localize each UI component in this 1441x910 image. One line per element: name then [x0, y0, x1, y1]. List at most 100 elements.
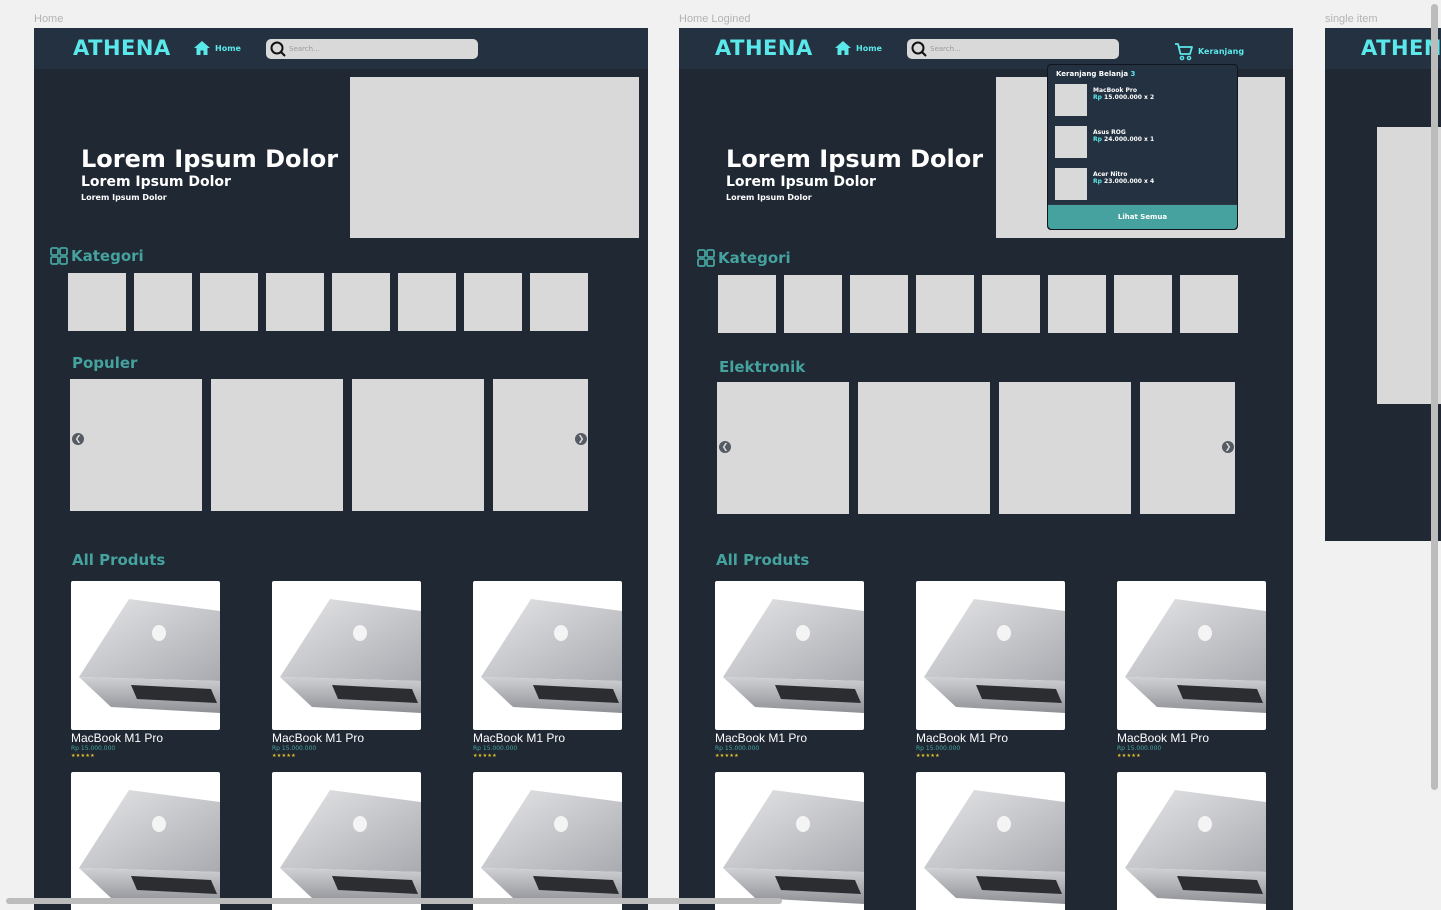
frame-label-home: Home: [34, 13, 64, 25]
category-tile[interactable]: [134, 273, 192, 331]
category-tile[interactable]: [200, 273, 258, 331]
product-card[interactable]: MacBook M1 Pro Rp 15.000.000 ★★★★★: [71, 581, 220, 759]
hero-subtitle: Lorem Ipsum Dolor: [81, 174, 231, 190]
grid-icon: [697, 249, 715, 267]
vertical-scrollbar[interactable]: [1431, 4, 1438, 790]
product-card[interactable]: [916, 772, 1065, 910]
hero-text: Lorem Ipsum Dolor Lorem Ipsum Dolor Lore…: [81, 145, 338, 205]
hero-caption: Lorem Ipsum Dolor: [81, 193, 167, 202]
product-image: [71, 772, 220, 910]
category-tile[interactable]: [1180, 275, 1238, 333]
product-name: MacBook M1 Pro: [1117, 731, 1210, 745]
product-image: [71, 581, 220, 730]
category-tile[interactable]: [398, 273, 456, 331]
cart-title-label: Keranjang Belanja: [1056, 70, 1129, 78]
horizontal-scrollbar[interactable]: [6, 898, 782, 904]
search-input[interactable]: Search...: [266, 39, 478, 59]
category-tile[interactable]: [916, 275, 974, 333]
product-card[interactable]: [272, 772, 421, 910]
category-tile[interactable]: [68, 273, 126, 331]
product-price: Rp 15.000.000: [1117, 745, 1162, 752]
product-image: [916, 581, 1065, 730]
product-grid: MacBook M1 Pro Rp 15.000.000 ★★★★★ MacBo…: [71, 581, 622, 910]
product-image: [715, 581, 864, 730]
product-price: Rp 15.000.000: [71, 745, 116, 752]
category-tile[interactable]: [332, 273, 390, 331]
cart-item-price: 23.000.000 x 4: [1104, 178, 1155, 185]
product-price: Rp 15.000.000: [715, 745, 760, 752]
product-price: Rp 15.000.000: [272, 745, 317, 752]
frame-label-home-logined: Home Logined: [679, 13, 751, 25]
kategori-label: Kategori: [718, 249, 791, 267]
search-input[interactable]: Search...: [907, 39, 1119, 59]
product-image: [272, 581, 421, 730]
product-card[interactable]: [473, 772, 622, 910]
category-tile[interactable]: [464, 273, 522, 331]
product-card[interactable]: MacBook M1 Pro Rp 15.000.000 ★★★★★: [715, 581, 864, 759]
cart-item-name: Acer Nitro: [1093, 171, 1128, 178]
cart-item-thumb: [1055, 126, 1087, 158]
carousel-slide[interactable]: [858, 382, 990, 514]
search-icon: [270, 41, 286, 57]
chevron-left-icon[interactable]: ❮: [719, 441, 731, 453]
view-all-button[interactable]: Lihat Semua: [1048, 204, 1237, 229]
cart-item-price: 24.000.000 x 1: [1104, 136, 1155, 143]
hero-subtitle: Lorem Ipsum Dolor: [726, 174, 876, 190]
product-card[interactable]: [1117, 772, 1266, 910]
frame-label-single-item: single item: [1325, 13, 1378, 25]
hero-title: Lorem Ipsum Dolor: [81, 145, 339, 173]
logo[interactable]: ATHENA: [1361, 36, 1441, 60]
carousel-slide[interactable]: [717, 382, 849, 514]
chevron-left-icon[interactable]: ❮: [72, 433, 84, 445]
logo[interactable]: ATHENA: [715, 36, 813, 60]
category-tile[interactable]: [850, 275, 908, 333]
category-tile[interactable]: [982, 275, 1040, 333]
cart-item[interactable]: Acer Nitro Rp 23.000.000 x 4: [1055, 168, 1154, 200]
carousel-slide[interactable]: [211, 379, 343, 511]
populer-carousel: [70, 379, 588, 511]
chevron-right-icon[interactable]: ❯: [1222, 441, 1234, 453]
carousel-slide[interactable]: [1140, 382, 1235, 514]
navbar: ATHENA: [1325, 28, 1441, 69]
category-tile[interactable]: [1048, 275, 1106, 333]
product-card[interactable]: [715, 772, 864, 910]
kategori-heading: Kategori: [50, 247, 144, 265]
cart-icon: [1175, 43, 1193, 61]
product-image: [1117, 772, 1266, 910]
product-image: [473, 581, 622, 730]
carousel-slide[interactable]: [493, 379, 588, 511]
logo[interactable]: ATHENA: [73, 36, 171, 60]
cart-item-name: Asus ROG: [1093, 129, 1126, 136]
cart-link[interactable]: Keranjang: [1174, 41, 1244, 61]
product-image: [715, 772, 864, 910]
product-image: [916, 772, 1065, 910]
product-rating: ★★★★★: [272, 753, 296, 759]
cart-dropdown-title: Keranjang Belanja 3: [1056, 70, 1135, 78]
nav-home-link[interactable]: Home: [834, 40, 882, 56]
kategori-label: Kategori: [71, 247, 144, 265]
nav-home-link[interactable]: Home: [193, 40, 241, 56]
chevron-right-icon[interactable]: ❯: [575, 433, 587, 445]
cart-item[interactable]: Asus ROG Rp 24.000.000 x 1: [1055, 126, 1154, 158]
category-tile[interactable]: [718, 275, 776, 333]
category-tile[interactable]: [784, 275, 842, 333]
carousel-slide[interactable]: [352, 379, 484, 511]
populer-heading: Populer: [72, 354, 138, 372]
carousel-slide[interactable]: [70, 379, 202, 511]
product-card[interactable]: MacBook M1 Pro Rp 15.000.000 ★★★★★: [272, 581, 421, 759]
category-tile[interactable]: [1114, 275, 1172, 333]
category-tile[interactable]: [266, 273, 324, 331]
carousel-slide[interactable]: [999, 382, 1131, 514]
cart-item-currency: Rp: [1093, 136, 1102, 143]
product-card[interactable]: MacBook M1 Pro Rp 15.000.000 ★★★★★: [473, 581, 622, 759]
cart-item[interactable]: MacBook Pro Rp 15.000.000 x 2: [1055, 84, 1154, 116]
product-card[interactable]: [71, 772, 220, 910]
product-image: [473, 772, 622, 910]
product-card[interactable]: MacBook M1 Pro Rp 15.000.000 ★★★★★: [916, 581, 1065, 759]
product-card[interactable]: MacBook M1 Pro Rp 15.000.000 ★★★★★: [1117, 581, 1266, 759]
all-products-heading: All Produts: [716, 551, 810, 569]
category-tile[interactable]: [530, 273, 588, 331]
product-name: MacBook M1 Pro: [71, 731, 164, 745]
nav-home-label: Home: [856, 43, 882, 53]
product-name: MacBook M1 Pro: [916, 731, 1009, 745]
